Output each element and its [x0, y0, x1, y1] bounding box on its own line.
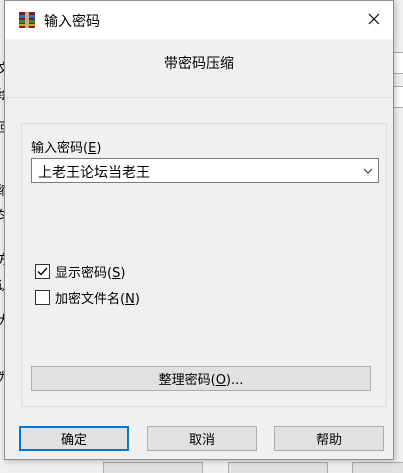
cancel-button-label: 取消 [188, 433, 215, 448]
password-value: 上老王论坛当老王 [38, 165, 150, 181]
check-icon [37, 267, 48, 275]
dialog-title: 输入密码 [44, 14, 100, 30]
ok-button[interactable]: 确定 [19, 426, 129, 451]
header-separator [5, 97, 393, 98]
show-password-checkbox[interactable]: 显示密码(S) [35, 262, 126, 281]
password-input[interactable]: 上老王论坛当老王 [31, 158, 379, 183]
dialog-header: 带密码压缩 [164, 56, 234, 72]
organize-passwords-label: 整理密码(O)... [158, 373, 244, 388]
encrypt-filenames-label: 加密文件名(N) [55, 291, 140, 307]
organize-passwords-button[interactable]: 整理密码(O)... [31, 366, 371, 391]
title-bar[interactable]: 输入密码 [5, 1, 393, 39]
show-password-label: 显示密码(S) [55, 265, 126, 281]
cancel-button[interactable]: 取消 [147, 426, 257, 451]
help-button-label: 帮助 [315, 433, 342, 448]
chevron-down-icon[interactable] [362, 165, 374, 177]
checkbox-box[interactable] [35, 289, 50, 305]
checkbox-box[interactable] [35, 263, 50, 279]
encrypt-filenames-checkbox[interactable]: 加密文件名(N) [35, 288, 140, 307]
help-button[interactable]: 帮助 [274, 426, 384, 451]
background-ok-button [103, 462, 203, 473]
close-button[interactable] [357, 3, 391, 35]
password-dialog: 输入密码 带密码压缩 输入密码(E) 上老王论坛当老王 显示密码(S) 加密文件… [4, 0, 394, 460]
winrar-icon [19, 12, 35, 28]
background-cancel-button [228, 462, 328, 473]
close-icon [368, 13, 380, 25]
background-help-button [352, 462, 403, 473]
ok-button-label: 确定 [60, 433, 87, 448]
password-label: 输入密码(E) [31, 141, 102, 156]
